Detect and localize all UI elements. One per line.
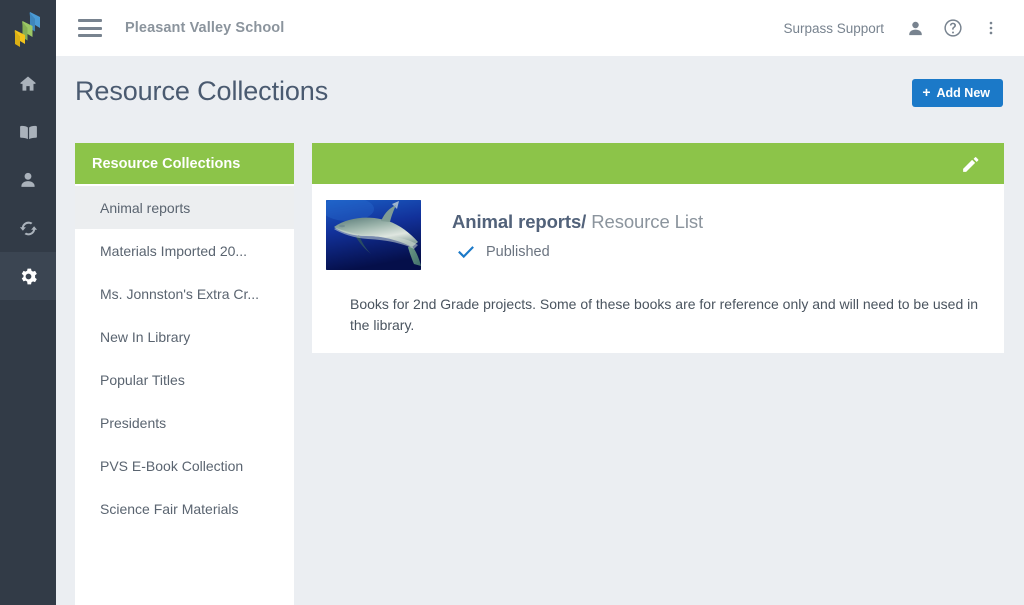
collections-panel-header: Resource Collections — [75, 143, 294, 184]
more-vertical-icon — [989, 21, 993, 35]
collections-panel: Resource Collections Animal reports Mater… — [75, 143, 294, 605]
rail-item-list — [0, 60, 56, 300]
sidebar-item-home[interactable] — [0, 60, 56, 108]
surpass-logo[interactable] — [0, 0, 56, 56]
collection-list-item[interactable]: Materials Imported 20... — [75, 229, 294, 272]
hamburger-icon[interactable] — [78, 19, 102, 37]
sidebar-item-patrons[interactable] — [0, 156, 56, 204]
top-bar-actions: Surpass Support — [783, 9, 1024, 47]
edit-button[interactable] — [958, 151, 984, 177]
resource-title-row: Animal reports/ Resource List — [452, 211, 703, 233]
help-button[interactable] — [934, 9, 972, 47]
plus-icon: + — [922, 84, 931, 100]
user-account-button[interactable] — [896, 9, 934, 47]
school-name: Pleasant Valley School — [125, 20, 285, 36]
shark-photo-thumbnail — [326, 200, 421, 270]
sync-icon — [19, 221, 37, 235]
collections-list: Animal reports Materials Imported 20... Ms… — [75, 184, 294, 530]
collection-list-item[interactable]: Animal reports — [75, 186, 294, 229]
page-header: Resource Collections + Add New — [56, 56, 1024, 132]
add-new-button[interactable]: + Add New — [912, 79, 1003, 107]
detail-card-body: Animal reports/ Resource List Published … — [312, 184, 1004, 335]
page-title: Resource Collections — [75, 76, 329, 106]
detail-card-top: Animal reports/ Resource List Published — [326, 200, 990, 270]
resource-meta: Animal reports/ Resource List Published — [452, 200, 703, 262]
pencil-icon — [963, 156, 979, 172]
add-new-label: Add New — [936, 86, 990, 100]
person-icon — [908, 21, 922, 35]
status-badge: Published — [452, 242, 703, 262]
top-bar: Pleasant Valley School Surpass Support — [56, 0, 1024, 56]
detail-card-header — [312, 143, 1004, 184]
checkmark-icon — [458, 246, 474, 259]
icon-rail — [0, 0, 56, 605]
help-circle-icon — [944, 19, 962, 37]
collection-list-item[interactable]: New In Library — [75, 315, 294, 358]
home-icon — [20, 76, 36, 91]
collection-list-item[interactable]: Presidents — [75, 401, 294, 444]
sidebar-item-catalog[interactable] — [0, 108, 56, 156]
user-name-label: Surpass Support — [783, 20, 884, 36]
more-options-button[interactable] — [972, 9, 1010, 47]
resource-title: Animal reports — [452, 211, 582, 232]
app-root: Pleasant Valley School Surpass Support R… — [0, 0, 1024, 605]
collection-list-item[interactable]: Science Fair Materials — [75, 487, 294, 530]
sidebar-item-settings[interactable] — [0, 252, 56, 300]
sidebar-item-circulation[interactable] — [0, 204, 56, 252]
person-icon — [21, 172, 35, 187]
collection-list-item[interactable]: PVS E-Book Collection — [75, 444, 294, 487]
title-separator: / — [581, 211, 587, 232]
resource-detail-card: Animal reports/ Resource List Published … — [312, 143, 1004, 353]
book-icon — [19, 125, 37, 139]
collection-list-item[interactable]: Popular Titles — [75, 358, 294, 401]
gear-icon — [21, 268, 37, 284]
status-text: Published — [486, 244, 550, 260]
collection-list-item[interactable]: Ms. Jonnston's Extra Cr... — [75, 272, 294, 315]
resource-description: Books for 2nd Grade projects. Some of th… — [350, 296, 979, 333]
collections-panel-title: Resource Collections — [92, 155, 241, 172]
resource-subtitle: Resource List — [591, 211, 704, 232]
